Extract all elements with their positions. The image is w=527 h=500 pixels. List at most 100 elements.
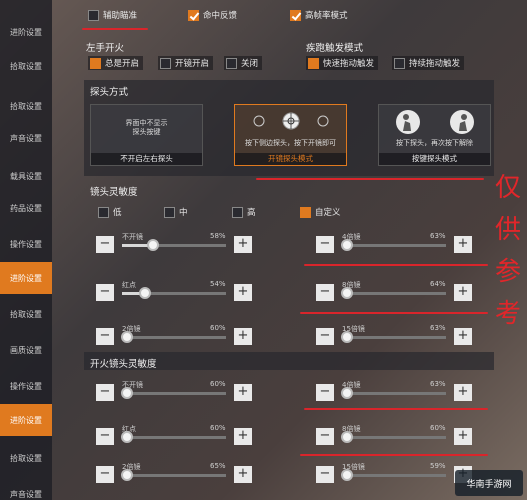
option-high-fps[interactable]: 高帧率模式 <box>290 9 348 21</box>
fire-sens-slider-knob-3[interactable] <box>341 431 353 443</box>
fire-sens-slider-knob-4[interactable] <box>121 469 133 481</box>
preset-custom[interactable]: 自定义 <box>300 206 341 218</box>
preset-mid[interactable]: 中 <box>164 206 188 218</box>
scope-sens-minus-button-3[interactable]: − <box>316 284 334 301</box>
annotation-line-1 <box>304 264 488 266</box>
sidebar-item-sound[interactable]: 声音设置 <box>0 126 52 150</box>
fire-sens-slider-track-3[interactable] <box>341 431 446 443</box>
sidebar-item-controls-2[interactable]: 操作设置 <box>0 374 52 398</box>
scope-sens-minus-button-0[interactable]: − <box>96 236 114 253</box>
fire-sens-minus-button-5[interactable]: − <box>316 466 334 483</box>
scope-sens-plus-button-0[interactable]: + <box>234 236 252 253</box>
watermark-char-4: 考 <box>494 299 521 329</box>
fire-sens-slider-track-5[interactable] <box>341 469 446 481</box>
fire-sens-minus-button-0[interactable]: − <box>96 384 114 401</box>
peek-card-off[interactable]: 界面中不显示 探头按键 不开启左右探头 <box>90 104 203 166</box>
hit-feedback-checkbox[interactable] <box>188 9 199 21</box>
scope-sens-plus-button-2[interactable]: + <box>234 284 252 301</box>
fire-sens-plus-button-0[interactable]: + <box>234 384 252 401</box>
scope-sens-minus-button-5[interactable]: − <box>316 328 334 345</box>
left-fire-scope[interactable]: 开镜开启 <box>158 56 214 70</box>
fire-sens-minus-button-4[interactable]: − <box>96 466 114 483</box>
scope-sens-slider-knob-2[interactable] <box>139 287 151 299</box>
scope-sens-slider-track-1[interactable] <box>341 239 446 251</box>
fire-sens-plus-button-1[interactable]: + <box>454 384 472 401</box>
sidebar-item-medicine[interactable]: 药品设置 <box>0 196 52 220</box>
preset-mid-radio[interactable] <box>164 206 175 218</box>
sidebar-item-advanced-active[interactable]: 进阶设置 <box>0 262 52 294</box>
fire-sens-slider-track-4[interactable] <box>121 469 226 481</box>
fire-sens-slider-value-3: 60% <box>430 424 446 432</box>
fire-sens-minus-button-3[interactable]: − <box>316 428 334 445</box>
scope-sens-slider-value-4: 60% <box>210 324 226 332</box>
scope-sens-slider-knob-0[interactable] <box>147 239 159 251</box>
sidebar-item-controls[interactable]: 操作设置 <box>0 232 52 256</box>
sidebar-item-advanced[interactable]: 进阶设置 <box>0 20 52 44</box>
peek-card-button[interactable]: 按下探头，再次按下解除 按键探头模式 <box>378 104 491 166</box>
sidebar-item-graphics[interactable]: 画质设置 <box>0 338 52 362</box>
left-fire-off[interactable]: 关闭 <box>224 56 263 70</box>
scope-sens-plus-button-3[interactable]: + <box>454 284 472 301</box>
scope-sens-slider-label-0: 不开镜 <box>122 233 143 241</box>
left-fire-scope-radio[interactable] <box>160 57 171 69</box>
left-fire-always-radio[interactable] <box>90 57 101 69</box>
crosshair-icon <box>282 112 300 130</box>
option-aim-assist[interactable]: 辅助瞄准 <box>88 9 137 21</box>
scope-sens-plus-button-5[interactable]: + <box>454 328 472 345</box>
fire-sens-slider-track-1[interactable] <box>341 387 446 399</box>
annotation-underline-peek <box>256 178 484 180</box>
scope-sens-slider-track-4[interactable] <box>121 331 226 343</box>
scope-sens-minus-button-4[interactable]: − <box>96 328 114 345</box>
fire-sens-slider-value-2: 60% <box>210 424 226 432</box>
preset-high-radio[interactable] <box>232 206 243 218</box>
left-fire-off-radio[interactable] <box>226 57 237 69</box>
scope-sens-slider-track-5[interactable] <box>341 331 446 343</box>
fire-sens-slider-track-2[interactable] <box>121 431 226 443</box>
peek-card-scope[interactable]: 按下侧边探头，按下开镜即可 开镜探头模式 <box>234 104 347 166</box>
preset-high[interactable]: 高 <box>232 206 256 218</box>
scope-sens-slider-knob-3[interactable] <box>341 287 353 299</box>
fire-sens-slider-knob-5[interactable] <box>341 469 353 481</box>
left-fire-always[interactable]: 总是开启 <box>88 56 144 70</box>
fire-sens-plus-button-4[interactable]: + <box>234 466 252 483</box>
option-hit-feedback[interactable]: 命中反馈 <box>188 9 237 21</box>
fire-sens-plus-button-3[interactable]: + <box>454 428 472 445</box>
sidebar-item-pickup-2[interactable]: 拾取设置 <box>0 94 52 118</box>
scope-sens-slider-knob-5[interactable] <box>341 331 353 343</box>
peek-left-icon <box>396 110 420 134</box>
scope-sens-minus-button-1[interactable]: − <box>316 236 334 253</box>
scope-sens-slider-track-0[interactable] <box>122 239 226 251</box>
scope-sens-slider-knob-1[interactable] <box>341 239 353 251</box>
scope-sens-slider-track-2[interactable] <box>122 287 226 299</box>
preset-low[interactable]: 低 <box>98 206 122 218</box>
high-fps-checkbox[interactable] <box>290 9 301 21</box>
sidebar-item-pickup[interactable]: 拾取设置 <box>0 54 52 78</box>
sprint-hold-drag-radio[interactable] <box>394 57 405 69</box>
fire-sens-minus-button-1[interactable]: − <box>316 384 334 401</box>
sidebar-item-vehicle[interactable]: 载具设置 <box>0 164 52 188</box>
sprint-quick-drag-radio[interactable] <box>308 57 319 69</box>
watermark-char-2: 供 <box>494 215 521 245</box>
sidebar-item-advanced-active-2[interactable]: 进阶设置 <box>0 404 52 436</box>
scope-sens-plus-button-1[interactable]: + <box>454 236 472 253</box>
scope-sens-plus-button-4[interactable]: + <box>234 328 252 345</box>
sidebar-item-pickup-4[interactable]: 拾取设置 <box>0 446 52 470</box>
scope-sens-minus-button-2[interactable]: − <box>96 284 114 301</box>
sprint-quick-drag[interactable]: 快速拖动触发 <box>306 56 379 70</box>
sidebar-item-pickup-3[interactable]: 拾取设置 <box>0 302 52 326</box>
fire-sens-slider-knob-1[interactable] <box>341 387 353 399</box>
scope-sens-slider-track-3[interactable] <box>341 287 446 299</box>
preset-low-radio[interactable] <box>98 206 109 218</box>
fire-sens-plus-button-2[interactable]: + <box>234 428 252 445</box>
fire-sens-slider-knob-0[interactable] <box>121 387 133 399</box>
fire-sens-slider-track-0[interactable] <box>121 387 226 399</box>
fire-sens-slider-knob-2[interactable] <box>121 431 133 443</box>
fire-sens-minus-button-2[interactable]: − <box>96 428 114 445</box>
sprint-title: 疾跑触发模式 <box>306 43 364 54</box>
settings-sidebar: 进阶设置 拾取设置 拾取设置 声音设置 载具设置 药品设置 操作设置 进阶设置 … <box>0 0 52 500</box>
sprint-hold-drag[interactable]: 持续拖动触发 <box>392 56 465 70</box>
aim-assist-checkbox[interactable] <box>88 9 99 21</box>
scope-sens-slider-knob-4[interactable] <box>121 331 133 343</box>
preset-custom-radio[interactable] <box>300 206 311 218</box>
sidebar-item-sound-2[interactable]: 声音设置 <box>0 482 52 500</box>
